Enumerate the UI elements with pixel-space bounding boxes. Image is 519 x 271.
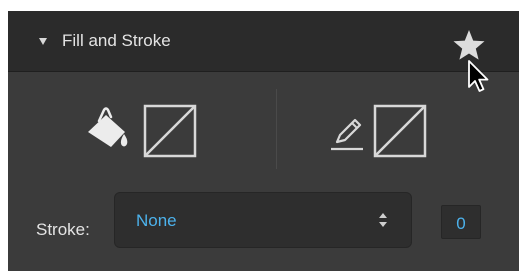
stroke-label: Stroke:: [36, 220, 90, 239]
section-header[interactable]: Fill and Stroke: [8, 11, 519, 72]
stroke-swatch[interactable]: [373, 104, 427, 158]
fill-and-stroke-panel: Fill and Stroke Stroke: None 0: [8, 11, 519, 271]
star-icon[interactable]: [452, 28, 486, 62]
stroke-type-select[interactable]: None: [114, 192, 412, 248]
stroke-width-field[interactable]: 0: [441, 205, 481, 239]
stroke-type-value: None: [136, 211, 177, 230]
stroke-width-value: 0: [456, 214, 466, 233]
fill-swatch[interactable]: [143, 104, 197, 158]
paint-bucket-icon[interactable]: [86, 107, 138, 151]
section-title: Fill and Stroke: [62, 31, 171, 50]
divider: [276, 89, 277, 169]
up-down-arrows-icon: [379, 213, 387, 227]
pen-icon[interactable]: [329, 116, 365, 152]
disclosure-triangle-down-icon[interactable]: [39, 38, 47, 45]
